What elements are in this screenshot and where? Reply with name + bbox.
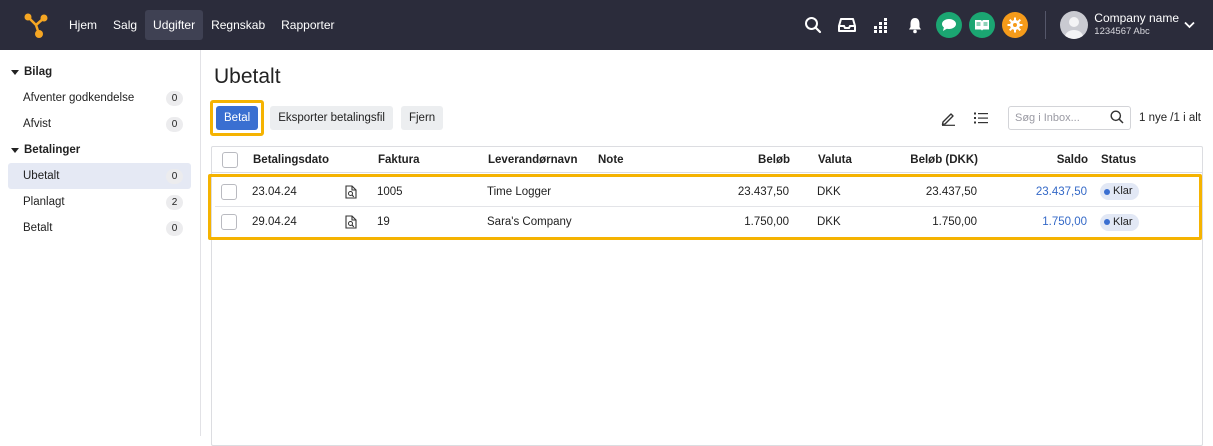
status-label: Klar bbox=[1113, 185, 1133, 197]
cell-amount-dkk: 1.750,00 bbox=[932, 216, 977, 228]
divider bbox=[1045, 11, 1047, 39]
table-row[interactable]: 29.04.24 19 Sara's Company 1.750,00 DKK … bbox=[215, 207, 1199, 237]
cell-supplier: Sara's Company bbox=[487, 216, 572, 228]
inbox-icon[interactable] bbox=[834, 12, 860, 38]
table-header: Betalingsdato Faktura Leverandørnavn Not… bbox=[212, 147, 1202, 173]
cell-currency: DKK bbox=[817, 216, 841, 228]
toolbar: Betal Eksporter betalingsfil Fjern bbox=[210, 100, 451, 136]
highlight-box: Betal bbox=[210, 100, 265, 136]
chevron-down-icon[interactable] bbox=[1184, 18, 1195, 32]
count-badge: 0 bbox=[166, 168, 183, 184]
sidebar-item-ubetalt[interactable]: Ubetalt 0 bbox=[8, 163, 191, 189]
cell-invoice: 1005 bbox=[377, 185, 403, 198]
sidebar-section-betalinger[interactable]: Betalinger bbox=[0, 137, 200, 163]
count-badge: 0 bbox=[166, 90, 183, 106]
header-amount[interactable]: Beløb bbox=[732, 147, 790, 172]
company-number: 1234567 Abc bbox=[1094, 26, 1150, 37]
pagination-count: 1 nye /1 i alt bbox=[1138, 112, 1201, 124]
main-nav: Hjem Salg Udgifter Regnskab Rapporter bbox=[61, 0, 343, 50]
document-preview-icon[interactable] bbox=[345, 177, 357, 206]
sidebar-item-planlagt[interactable]: Planlagt 2 bbox=[8, 189, 191, 215]
status-badge: Klar bbox=[1100, 183, 1139, 200]
sidebar-section-bilag[interactable]: Bilag bbox=[0, 59, 200, 85]
status-dot bbox=[1104, 219, 1110, 225]
top-right-actions: Company name 1234567 Abc bbox=[800, 0, 1213, 50]
cell-balance-link[interactable]: 1.750,00 bbox=[1011, 207, 1087, 237]
sidebar-item-label: Afvist bbox=[23, 118, 52, 130]
caret-down-icon bbox=[11, 147, 19, 153]
header-amount-dkk[interactable]: Beløb (DKK) bbox=[872, 147, 978, 172]
header-status[interactable]: Status bbox=[1101, 147, 1136, 172]
chat-icon[interactable] bbox=[936, 12, 963, 38]
sidebar-item-label: Ubetalt bbox=[23, 170, 60, 182]
export-payment-file-button[interactable]: Eksporter betalingsfil bbox=[270, 106, 393, 130]
sidebar-item-label: Planlagt bbox=[23, 196, 65, 208]
cell-balance-link[interactable]: 23.437,50 bbox=[1011, 177, 1087, 206]
header-date[interactable]: Betalingsdato bbox=[253, 147, 329, 172]
cell-date: 29.04.24 bbox=[252, 216, 297, 228]
sidebar-item-label: Afventer godkendelse bbox=[23, 92, 135, 104]
row-checkbox[interactable] bbox=[221, 183, 237, 200]
count-badge: 2 bbox=[166, 194, 183, 210]
status-label: Klar bbox=[1113, 215, 1133, 228]
top-navigation-bar: Hjem Salg Udgifter Regnskab Rapporter Co… bbox=[0, 0, 1213, 50]
bell-icon[interactable] bbox=[902, 12, 928, 38]
count-badge: 0 bbox=[166, 220, 183, 236]
nav-regnskab[interactable]: Regnskab bbox=[203, 10, 273, 40]
count-badge: 0 bbox=[166, 116, 183, 132]
sidebar-item-afventer-godkendelse[interactable]: Afventer godkendelse 0 bbox=[8, 85, 191, 111]
sidebar-section-title: Betalinger bbox=[24, 144, 81, 156]
sidebar-section-title: Bilag bbox=[24, 66, 53, 78]
header-note[interactable]: Note bbox=[598, 147, 624, 172]
row-checkbox[interactable] bbox=[221, 214, 237, 230]
header-supplier[interactable]: Leverandørnavn bbox=[488, 147, 577, 172]
apps-grid-icon[interactable] bbox=[868, 12, 894, 38]
company-switcher[interactable]: Company name 1234567 Abc bbox=[1094, 12, 1179, 38]
sidebar-item-betalt[interactable]: Betalt 0 bbox=[8, 215, 191, 241]
status-dot bbox=[1104, 188, 1110, 195]
gear-icon[interactable] bbox=[1002, 12, 1029, 38]
caret-down-icon bbox=[11, 69, 19, 75]
nav-salg[interactable]: Salg bbox=[105, 10, 145, 40]
nav-udgifter[interactable]: Udgifter bbox=[145, 10, 204, 40]
company-name: Company name bbox=[1094, 11, 1179, 25]
header-balance[interactable]: Saldo bbox=[1012, 147, 1088, 172]
pay-button[interactable]: Betal bbox=[216, 106, 259, 130]
nav-rapporter[interactable]: Rapporter bbox=[273, 10, 342, 40]
cell-date: 23.04.24 bbox=[252, 185, 297, 198]
search-box bbox=[1007, 106, 1131, 130]
payments-table: Betalingsdato Faktura Leverandørnavn Not… bbox=[208, 146, 1203, 446]
status-badge: Klar bbox=[1100, 213, 1139, 231]
cell-amount: 1.750,00 bbox=[744, 216, 789, 228]
cell-supplier: Time Logger bbox=[487, 185, 552, 198]
header-invoice[interactable]: Faktura bbox=[378, 147, 420, 172]
document-preview-icon[interactable] bbox=[345, 207, 357, 237]
sidebar-item-label: Betalt bbox=[23, 222, 53, 234]
table-row[interactable]: 23.04.24 1005 Time Logger 23.437,50 DKK … bbox=[215, 177, 1199, 207]
cell-currency: DKK bbox=[817, 185, 841, 198]
page-title: Ubetalt bbox=[214, 65, 281, 88]
logo-icon[interactable] bbox=[21, 10, 51, 40]
list-view-icon[interactable] bbox=[968, 105, 994, 131]
cell-amount-dkk: 23.437,50 bbox=[925, 185, 977, 198]
nav-hjem[interactable]: Hjem bbox=[61, 10, 105, 40]
search-icon[interactable] bbox=[1110, 110, 1124, 127]
header-currency[interactable]: Valuta bbox=[818, 147, 852, 172]
sidebar-item-afvist[interactable]: Afvist 0 bbox=[8, 111, 191, 137]
select-all-checkbox[interactable] bbox=[222, 151, 238, 168]
book-icon[interactable] bbox=[969, 12, 996, 38]
avatar[interactable] bbox=[1060, 11, 1089, 39]
search-icon[interactable] bbox=[800, 12, 826, 38]
cell-amount: 23.437,50 bbox=[737, 185, 789, 198]
pencil-icon[interactable] bbox=[936, 105, 962, 131]
remove-button[interactable]: Fjern bbox=[400, 106, 444, 130]
toolbar-right: 1 nye /1 i alt bbox=[936, 105, 1213, 131]
search-input[interactable] bbox=[1014, 112, 1105, 124]
highlighted-rows: 23.04.24 1005 Time Logger 23.437,50 DKK … bbox=[208, 174, 1202, 240]
main-content: Ubetalt Betal Eksporter betalingsfil Fje… bbox=[201, 50, 1213, 446]
sidebar: Bilag Afventer godkendelse 0 Afvist 0 Be… bbox=[0, 50, 201, 436]
cell-invoice: 19 bbox=[377, 216, 390, 228]
